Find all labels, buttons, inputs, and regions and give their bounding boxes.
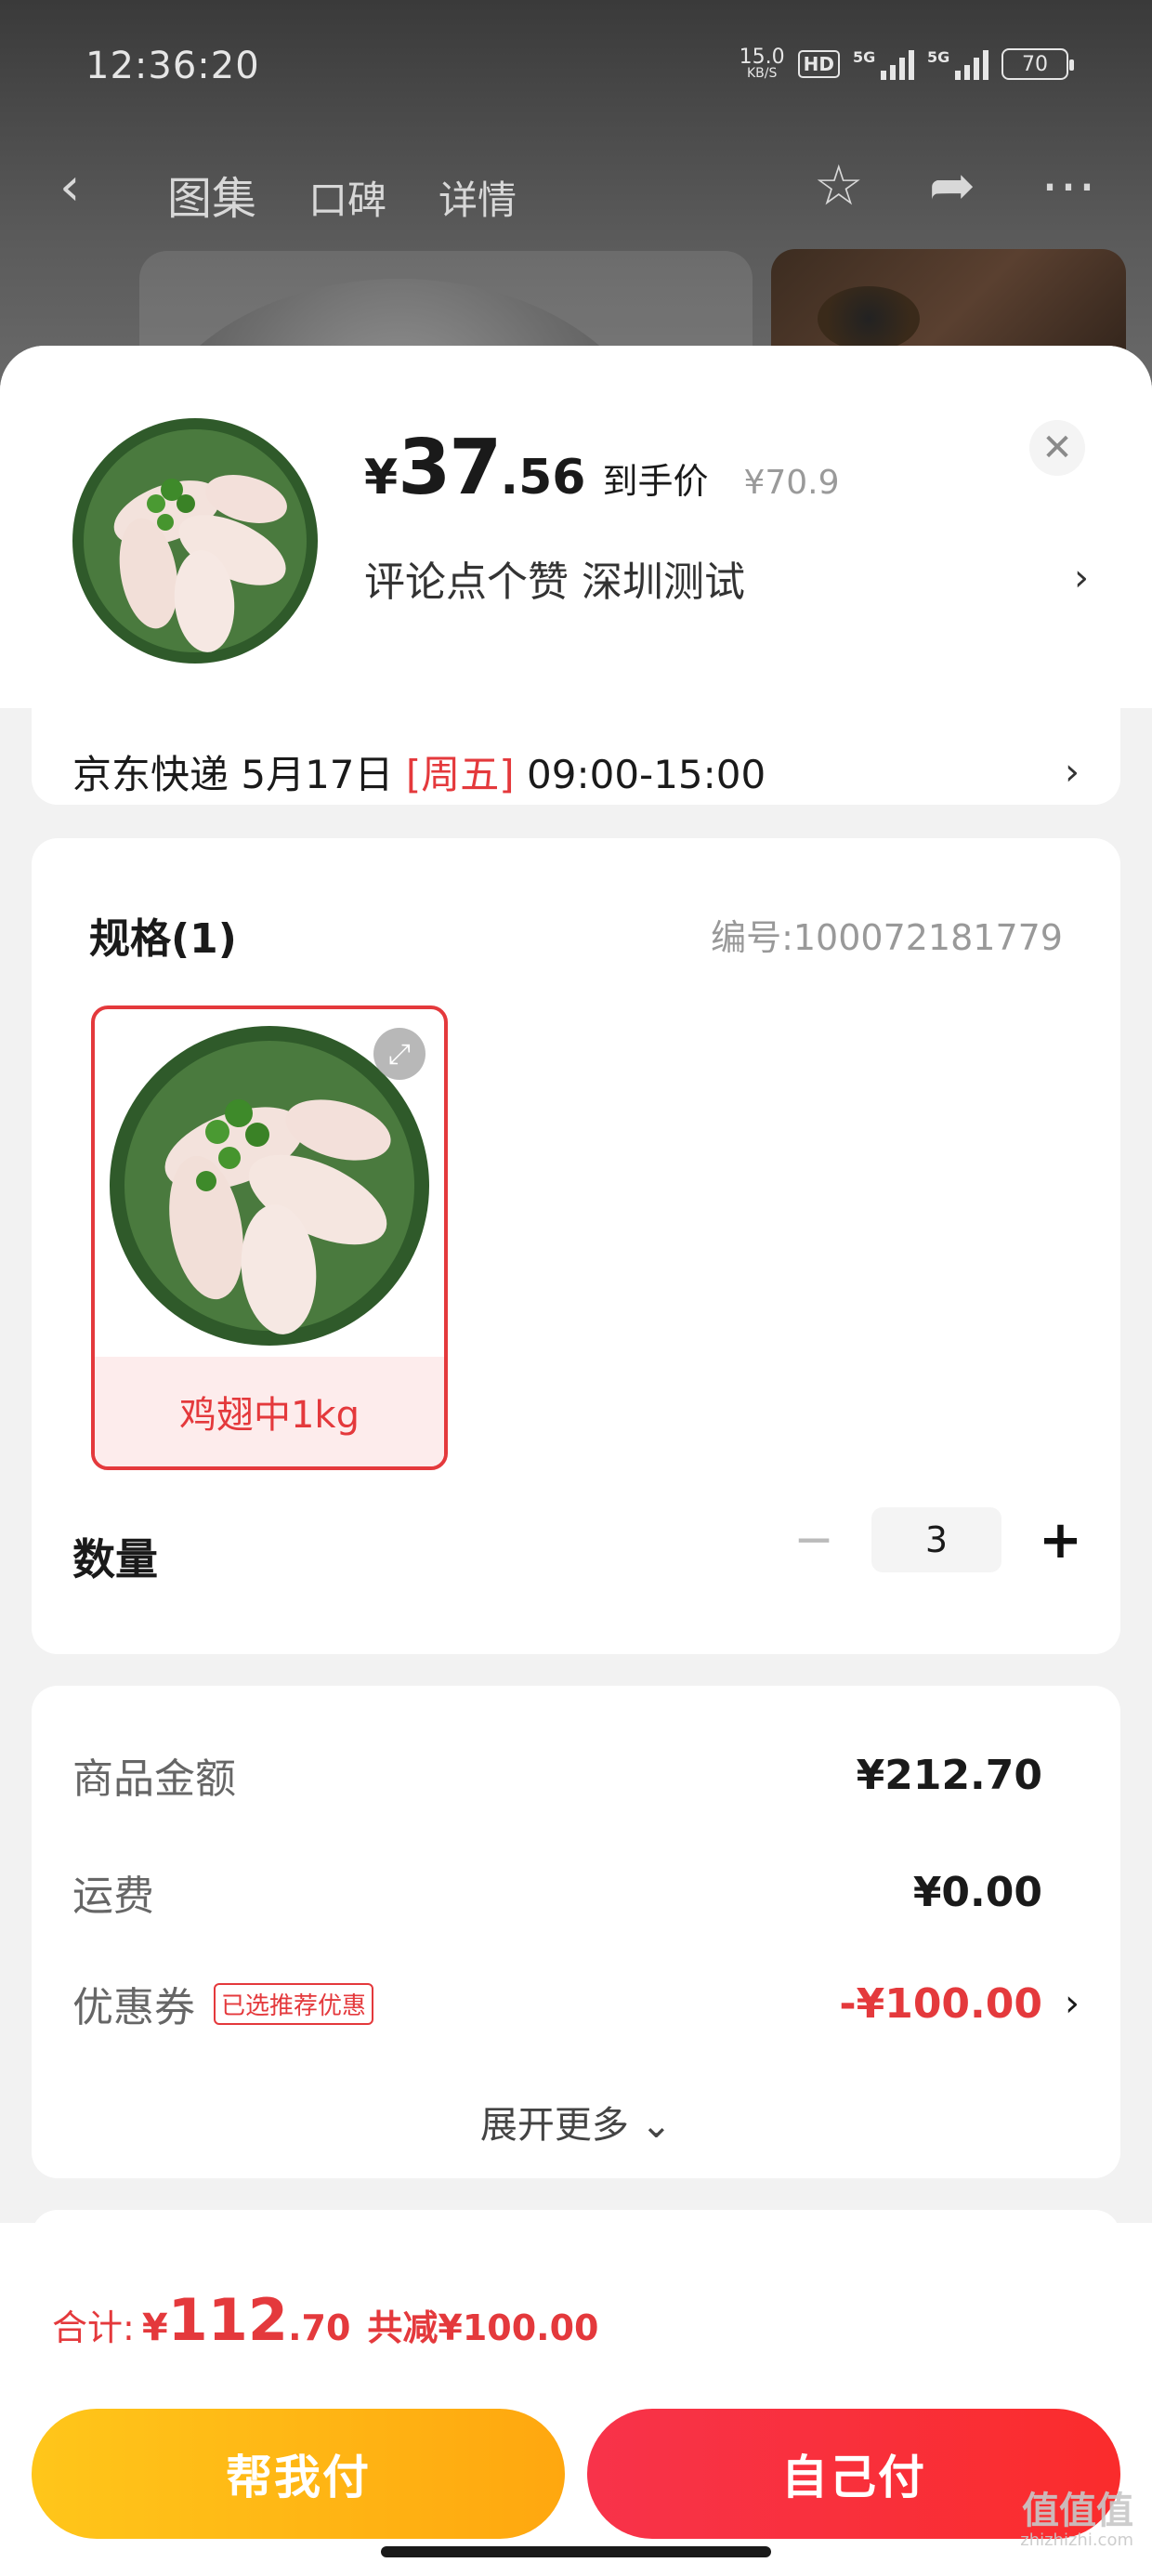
- total-label: 合计:: [52, 2307, 135, 2348]
- price-row: ¥ 37 .56 到手价 ¥70.9: [364, 424, 840, 512]
- chevron-left-icon[interactable]: ‹: [59, 162, 80, 214]
- quantity-label: 数量: [72, 1534, 158, 1584]
- home-indicator[interactable]: [381, 2546, 771, 2557]
- signal-icon-2: 5G: [927, 48, 988, 80]
- shipping-row: 运费 ¥0.00: [72, 1862, 1080, 1922]
- goods-amount-row: 商品金额 ¥212.70: [72, 1745, 1080, 1805]
- more-dots-icon[interactable]: ⋯: [1041, 158, 1096, 214]
- tab-reviews[interactable]: 口碑: [308, 169, 386, 226]
- sheet-header: ¥ 37 .56 到手价 ¥70.9 ✕ 评论点个赞 深圳测试 ›: [0, 346, 1152, 708]
- product-nav-bar: ‹ 图集 口碑 详情 ☆ ➦ ⋯: [0, 149, 1152, 232]
- status-time: 12:36:20: [85, 45, 260, 87]
- nav-tabs: 图集 口碑 详情: [167, 162, 517, 227]
- star-icon[interactable]: ☆: [814, 158, 864, 214]
- signal-icon: 5G: [853, 48, 914, 80]
- purchase-sheet: 京东快递 5月17日 [周五] 09:00-15:00 › ¥ 37 .56 到…: [0, 346, 1152, 2576]
- product-thumbnail: [65, 411, 325, 671]
- product-code: 编号:100072181779: [711, 917, 1063, 958]
- fee-card: 商品金额 ¥212.70 运费 ¥0.00 优惠券 已选推荐优惠 -¥100.0…: [32, 1686, 1120, 2178]
- coupon-label: 优惠券: [72, 1984, 195, 2031]
- coupon-badge: 已选推荐优惠: [214, 1982, 374, 2025]
- address-text: 评论点个赞 深圳测试: [364, 559, 745, 606]
- share-icon[interactable]: ➦: [929, 158, 975, 214]
- checkout-footer: 合计: ¥ 112 .70 共减¥100.00 帮我付 自己付: [0, 2223, 1152, 2576]
- delivery-weekday: [周五]: [405, 752, 515, 797]
- chevron-right-icon: ›: [1065, 750, 1080, 794]
- expand-more-button[interactable]: 展开更多 ⌄: [32, 2095, 1120, 2149]
- plus-icon[interactable]: +: [1039, 1510, 1082, 1571]
- spec-card: 规格(1) 编号:100072181779 ⤢ 鸡翅中1kg 数量 − 3 +: [32, 838, 1120, 1654]
- price-integer: 37: [398, 424, 502, 512]
- tab-gallery[interactable]: 图集: [167, 162, 256, 227]
- total-row: 合计: ¥ 112 .70 共减¥100.00: [52, 2286, 599, 2354]
- total-discount: 共减¥100.00: [367, 2307, 599, 2348]
- delivery-row[interactable]: 京东快递 5月17日 [周五] 09:00-15:00 ›: [72, 743, 1080, 800]
- close-icon[interactable]: ✕: [1029, 420, 1085, 476]
- chevron-down-icon: ⌄: [640, 2104, 673, 2147]
- original-price: ¥70.9: [743, 464, 840, 502]
- price-currency: ¥: [364, 450, 399, 506]
- chevron-right-icon: ›: [1074, 557, 1089, 599]
- shipping-label: 运费: [72, 1873, 154, 1920]
- tab-details[interactable]: 详情: [439, 169, 517, 226]
- quantity-stepper: − 3 +: [793, 1507, 1082, 1572]
- spec-option-selected[interactable]: ⤢ 鸡翅中1kg: [91, 1005, 448, 1470]
- total-decimal: .70: [288, 2307, 351, 2348]
- minus-icon[interactable]: −: [793, 1512, 834, 1568]
- price-decimal: .56: [500, 450, 586, 506]
- total-currency: ¥: [141, 2307, 168, 2349]
- hd-icon: HD: [797, 50, 840, 78]
- nav-actions: ☆ ➦ ⋯: [814, 158, 1096, 214]
- shipping-value: ¥0.00: [912, 1868, 1042, 1916]
- price-label: 到手价: [602, 461, 709, 502]
- spec-title: 规格(1): [89, 915, 237, 963]
- address-row[interactable]: 评论点个赞 深圳测试 ›: [364, 548, 1089, 608]
- help-pay-button[interactable]: 帮我付: [32, 2409, 565, 2539]
- goods-amount-value: ¥212.70: [856, 1751, 1042, 1799]
- watermark-logo: 值值值 zhizhizhi.com: [1020, 2490, 1133, 2550]
- quantity-input[interactable]: 3: [871, 1507, 1001, 1572]
- goods-amount-label: 商品金额: [72, 1755, 236, 1803]
- expand-icon[interactable]: ⤢: [373, 1028, 425, 1080]
- coupon-row[interactable]: 优惠券 已选推荐优惠 -¥100.00 ›: [72, 1974, 1080, 2033]
- delivery-text: 京东快递 5月17日 [周五] 09:00-15:00: [72, 752, 766, 797]
- battery-icon: 70: [1001, 48, 1074, 80]
- coupon-value: -¥100.00: [839, 1979, 1042, 2028]
- chevron-right-icon: ›: [1065, 1982, 1080, 2025]
- network-speed: 15.0 KB/S: [739, 46, 785, 81]
- status-bar: 12:36:20 15.0 KB/S HD 5G 5G 70: [0, 0, 1152, 139]
- total-integer: 112: [167, 2286, 289, 2354]
- spec-option-label: 鸡翅中1kg: [95, 1357, 444, 1466]
- status-icons: 15.0 KB/S HD 5G 5G 70: [739, 46, 1074, 81]
